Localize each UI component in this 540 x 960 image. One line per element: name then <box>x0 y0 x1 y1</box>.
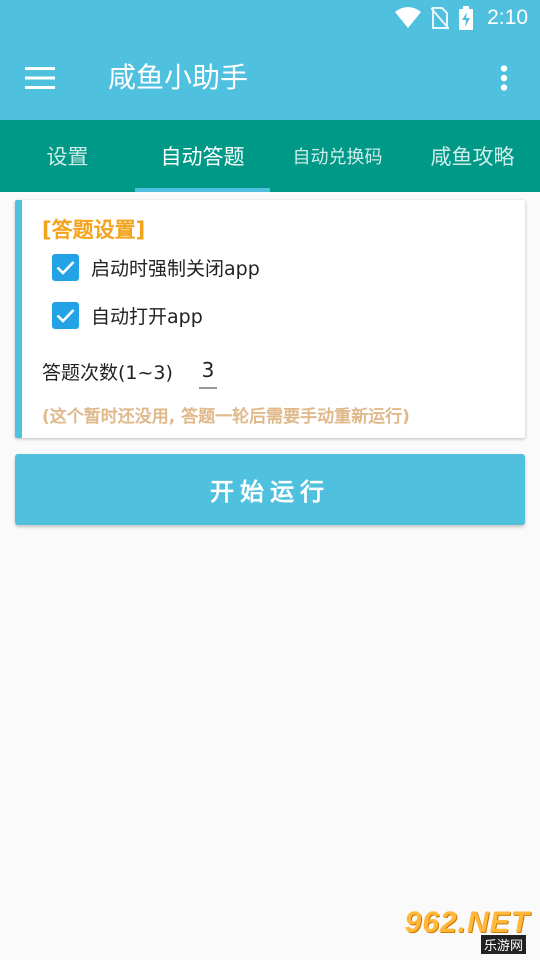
battery-charging-icon <box>459 6 474 30</box>
force-close-app-option[interactable]: 启动时强制关闭app <box>52 252 260 282</box>
checkmark-icon <box>56 308 75 323</box>
tab-guide[interactable]: 咸鱼攻略 <box>405 120 540 192</box>
watermark-sub-text: 乐游网 <box>480 935 526 954</box>
section-title: [答题设置] <box>42 218 146 242</box>
start-run-button[interactable]: 开始运行 <box>15 454 525 525</box>
wifi-icon <box>395 7 422 28</box>
more-options-button[interactable] <box>482 56 526 100</box>
status-icons: 2:10 <box>395 0 528 36</box>
watermark-logo: 962.NET 乐游网 <box>392 906 530 954</box>
force-close-app-label: 启动时强制关闭app <box>91 257 260 280</box>
tab-auto-answer[interactable]: 自动答题 <box>135 120 270 192</box>
answer-count-input[interactable] <box>199 353 217 389</box>
more-vert-icon <box>500 65 508 91</box>
auto-open-app-option[interactable]: 自动打开app <box>52 300 203 330</box>
no-sim-icon <box>431 7 450 30</box>
answer-settings-card: [答题设置] 启动时强制关闭app 自动打开app 答题次数(1~3) (这个暂… <box>15 200 525 438</box>
hint-text: (这个暂时还没用, 答题一轮后需要手动重新运行) <box>42 407 410 427</box>
auto-open-app-checkbox[interactable] <box>52 301 79 329</box>
checkmark-icon <box>56 260 75 275</box>
status-time: 2:10 <box>487 6 528 29</box>
status-bar: 2:10 <box>0 0 540 36</box>
tab-settings[interactable]: 设置 <box>0 120 135 192</box>
app-title: 咸鱼小助手 <box>108 61 249 94</box>
force-close-app-checkbox[interactable] <box>52 253 79 281</box>
tab-bar: 设置 自动答题 自动兑换码 咸鱼攻略 <box>0 120 540 192</box>
app-bar: 咸鱼小助手 <box>0 36 540 120</box>
answer-count-label: 答题次数(1~3) <box>42 362 173 384</box>
auto-open-app-label: 自动打开app <box>91 305 203 328</box>
menu-button[interactable] <box>18 56 62 100</box>
tab-auto-redeem-code[interactable]: 自动兑换码 <box>270 120 405 192</box>
hamburger-menu-icon <box>25 67 55 89</box>
